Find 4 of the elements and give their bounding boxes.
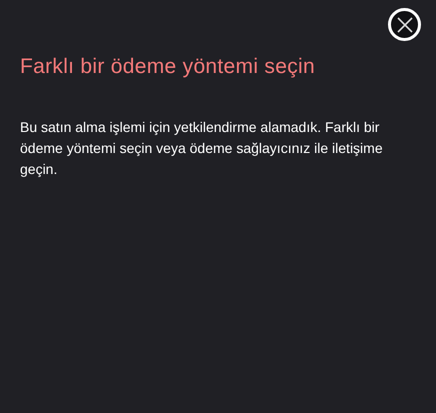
close-icon xyxy=(394,14,414,34)
dialog-message: Bu satın alma işlemi için yetkilendirme alamadık. Farklı bir ödeme yöntemi seçin veya ödeme sağlayıcınız ile iletişime geçin. xyxy=(20,118,384,179)
dialog-title: Farklı bir ödeme yöntemi seçin xyxy=(20,55,316,79)
close-button[interactable] xyxy=(388,8,421,41)
